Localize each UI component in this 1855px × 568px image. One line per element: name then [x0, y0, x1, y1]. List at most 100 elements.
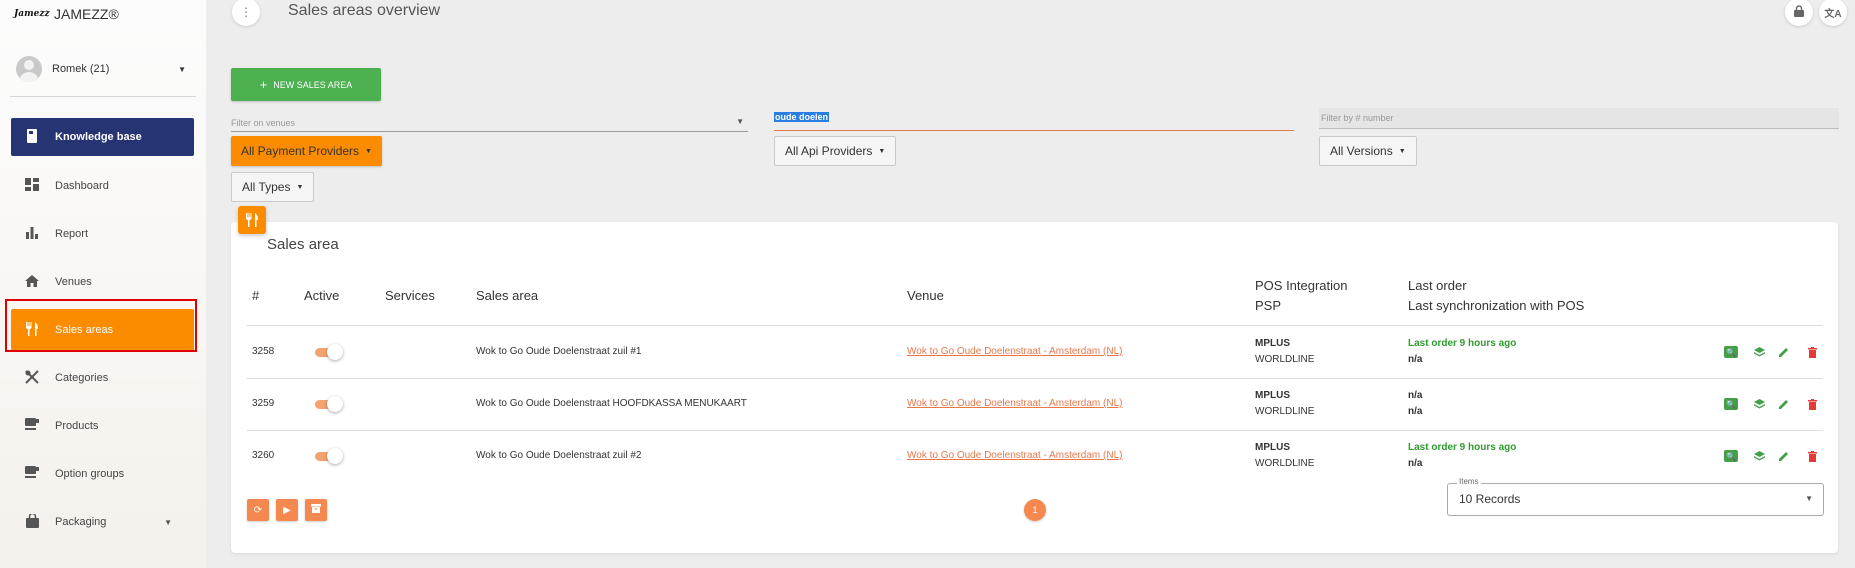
- new-sales-area-label: NEW SALES AREA: [273, 79, 353, 90]
- new-sales-area-button[interactable]: + NEW SALES AREA: [231, 68, 381, 101]
- payment-providers-dropdown[interactable]: All Payment Providers ▼: [231, 136, 382, 166]
- sidebar-divider: [10, 96, 196, 97]
- refresh-icon: ⟳: [253, 504, 263, 516]
- column-header-last-sync[interactable]: Last synchronization with POS: [1408, 296, 1584, 316]
- caret-down-icon: ▼: [365, 147, 372, 155]
- view-icon[interactable]: 🔍: [1724, 398, 1738, 410]
- versions-dropdown[interactable]: All Versions ▼: [1319, 136, 1417, 166]
- payment-providers-label: All Payment Providers: [241, 144, 360, 158]
- row-pos-psp: MPLUS WORLDLINE: [1255, 336, 1314, 368]
- caret-down-icon: ▼: [878, 147, 886, 155]
- archive-icon: [311, 504, 321, 516]
- lock-button[interactable]: [1785, 0, 1813, 26]
- row-pos: MPLUS: [1255, 338, 1290, 349]
- play-button[interactable]: ▶: [276, 499, 298, 521]
- fork-knife-icon: [238, 206, 266, 234]
- sidebar-item-report[interactable]: Report: [11, 217, 194, 251]
- selection-highlight: [5, 299, 197, 352]
- home-icon: [21, 274, 43, 290]
- api-providers-label: All Api Providers: [785, 144, 873, 158]
- items-per-page-value: 10 Records: [1459, 492, 1521, 506]
- sidebar-item-label: Option groups: [55, 468, 125, 480]
- book-icon: [21, 128, 43, 146]
- sidebar: Jamezz JAMEZZ® Romek (21) ▼ Knowledge ba…: [0, 0, 206, 568]
- venues-filter[interactable]: Filter on venues ▼: [231, 111, 748, 132]
- shopping-bag-icon: [21, 512, 43, 531]
- active-toggle[interactable]: [313, 344, 343, 360]
- sidebar-item-packaging[interactable]: Packaging ▼: [11, 505, 194, 539]
- play-icon: ▶: [283, 504, 291, 516]
- venue-link[interactable]: Wok to Go Oude Doelenstraat - Amsterdam …: [907, 450, 1122, 461]
- view-icon[interactable]: 🔍: [1724, 346, 1738, 358]
- last-order-status: Last order 9 hours ago: [1408, 442, 1517, 453]
- row-psp: WORLDLINE: [1255, 458, 1315, 469]
- translate-button[interactable]: 文A: [1819, 0, 1847, 26]
- avatar: [16, 56, 42, 82]
- number-filter[interactable]: Filter by # number: [1319, 108, 1839, 129]
- last-sync-status: n/a: [1408, 458, 1423, 469]
- last-order-status: Last order 9 hours ago: [1408, 338, 1517, 349]
- sidebar-item-venues[interactable]: Venues: [11, 265, 194, 299]
- column-header-sales-area[interactable]: Sales area: [476, 286, 538, 306]
- sidebar-item-label: Categories: [55, 372, 109, 384]
- brand[interactable]: Jamezz JAMEZZ®: [14, 2, 119, 26]
- row-pos: MPLUS: [1255, 442, 1290, 453]
- edit-icon[interactable]: [1777, 450, 1791, 462]
- edit-icon[interactable]: [1777, 346, 1791, 358]
- more-options-button[interactable]: ⋮: [232, 0, 260, 26]
- row-sales-area: Wok to Go Oude Doelenstraat zuil #1: [476, 346, 642, 357]
- sidebar-item-option-groups[interactable]: Option groups: [11, 457, 194, 491]
- delete-icon[interactable]: [1805, 346, 1819, 358]
- utensils-crossed-icon: [21, 369, 43, 387]
- api-providers-dropdown[interactable]: All Api Providers ▼: [774, 136, 897, 166]
- row-last-order: n/a n/a: [1408, 388, 1422, 420]
- column-header-services[interactable]: Services: [385, 286, 435, 306]
- row-sales-area: Wok to Go Oude Doelenstraat HOOFDKASSA M…: [476, 398, 747, 409]
- column-header-psp[interactable]: PSP: [1255, 296, 1281, 316]
- sidebar-item-dashboard[interactable]: Dashboard: [11, 169, 194, 203]
- knowledge-base-button[interactable]: Knowledge base: [11, 118, 194, 156]
- row-pos-psp: MPLUS WORLDLINE: [1255, 440, 1314, 472]
- items-per-page-select[interactable]: Items 10 Records ▼: [1447, 477, 1824, 516]
- row-pos: MPLUS: [1255, 390, 1290, 401]
- user-menu[interactable]: Romek (21) ▼: [16, 56, 186, 82]
- last-order-status: n/a: [1408, 390, 1423, 401]
- view-icon[interactable]: 🔍: [1724, 450, 1738, 462]
- column-header-last-order[interactable]: Last order: [1408, 276, 1467, 296]
- archive-button[interactable]: [305, 499, 327, 521]
- delete-icon[interactable]: [1805, 398, 1819, 410]
- refresh-button[interactable]: ⟳: [247, 499, 269, 521]
- sidebar-item-label: Products: [55, 420, 99, 432]
- row-divider: [247, 378, 1823, 379]
- column-header-number[interactable]: #: [252, 286, 259, 306]
- layers-icon[interactable]: [1752, 398, 1766, 410]
- versions-label: All Versions: [1330, 144, 1393, 158]
- more-vert-icon: ⋮: [240, 5, 252, 19]
- venues-filter-placeholder: Filter on venues: [231, 118, 296, 128]
- column-header-pos[interactable]: POS Integration: [1255, 276, 1348, 296]
- column-header-venue[interactable]: Venue: [907, 286, 944, 306]
- search-input[interactable]: oude doelen: [774, 110, 1294, 131]
- types-dropdown[interactable]: All Types ▼: [231, 172, 315, 202]
- sidebar-item-products[interactable]: Products: [11, 409, 194, 443]
- row-last-order: Last order 9 hours ago n/a: [1408, 440, 1516, 472]
- active-toggle[interactable]: [313, 396, 343, 412]
- column-header-active[interactable]: Active: [304, 286, 339, 306]
- sidebar-item-categories[interactable]: Categories: [11, 361, 194, 395]
- page-button[interactable]: 1: [1024, 499, 1046, 521]
- brand-name: JAMEZZ®: [54, 6, 119, 22]
- layers-icon[interactable]: [1752, 346, 1766, 358]
- translate-icon: 文A: [1824, 8, 1842, 20]
- plus-icon: +: [259, 77, 268, 92]
- venue-link[interactable]: Wok to Go Oude Doelenstraat - Amsterdam …: [907, 398, 1122, 409]
- layers-icon[interactable]: [1752, 450, 1766, 462]
- row-psp: WORLDLINE: [1255, 354, 1315, 365]
- brand-logo: Jamezz: [14, 9, 50, 19]
- delete-icon[interactable]: [1805, 450, 1819, 462]
- sidebar-item-label: Venues: [55, 276, 92, 288]
- edit-icon[interactable]: [1777, 398, 1791, 410]
- sidebar-item-label: Packaging: [55, 516, 107, 528]
- sidebar-item-label: Dashboard: [55, 180, 109, 192]
- venue-link[interactable]: Wok to Go Oude Doelenstraat - Amsterdam …: [907, 346, 1122, 357]
- active-toggle[interactable]: [313, 448, 343, 464]
